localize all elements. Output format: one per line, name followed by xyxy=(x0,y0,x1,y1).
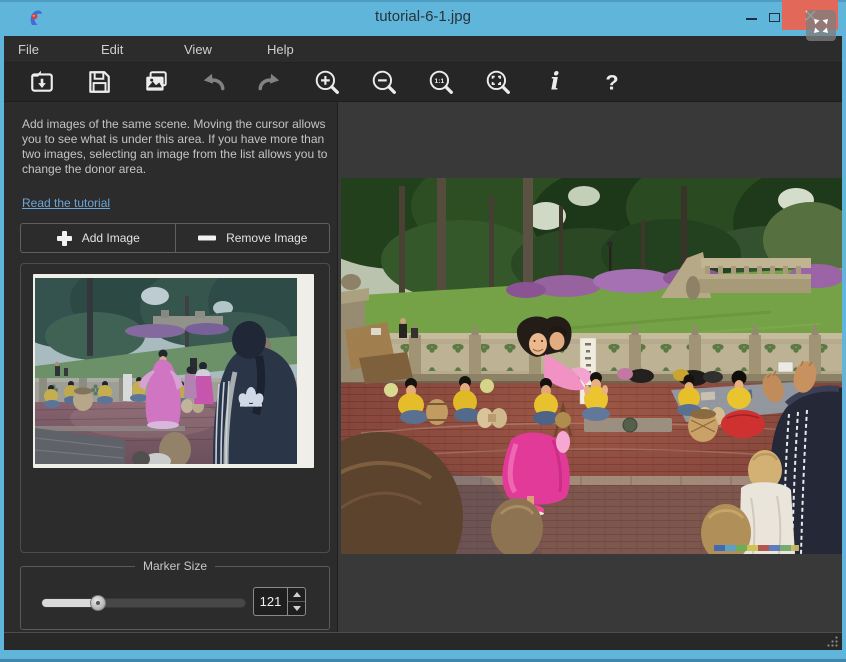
image-stack-icon xyxy=(143,69,169,95)
marker-size-spinbox: 121 xyxy=(253,587,306,616)
remove-image-button[interactable]: Remove Image xyxy=(176,224,330,252)
minimize-icon xyxy=(746,18,757,20)
read-tutorial-link[interactable]: Read the tutorial xyxy=(22,196,110,210)
scene-thumbnail[interactable] xyxy=(35,278,297,464)
arrow-up-icon xyxy=(293,592,301,597)
image-list-item-selected[interactable] xyxy=(33,274,314,468)
zoom-fit-button[interactable] xyxy=(485,69,511,95)
folder-open-icon xyxy=(29,69,55,95)
marker-size-value[interactable]: 121 xyxy=(254,588,287,615)
content-area: Add images of the same scene. Moving the… xyxy=(4,102,842,632)
app-window: tutorial-6-1.jpg File Edit View Help xyxy=(0,0,846,662)
toolbar: 1:1 i ? xyxy=(4,62,842,102)
magnifier-fit-icon xyxy=(485,69,511,95)
magnifier-plus-icon xyxy=(314,69,340,95)
help-icon: ? xyxy=(599,69,625,95)
image-list-actions: Add Image Remove Image xyxy=(20,223,330,253)
help-button[interactable]: ? xyxy=(599,69,625,95)
spin-down-button[interactable] xyxy=(288,602,305,615)
marker-size-label: Marker Size xyxy=(135,559,215,573)
export-image-button[interactable] xyxy=(143,69,169,95)
spin-up-button[interactable] xyxy=(288,588,305,602)
main-photo[interactable] xyxy=(341,178,842,554)
help-glyph: ? xyxy=(605,70,618,95)
add-image-label: Add Image xyxy=(82,231,140,245)
redo-arrow-icon xyxy=(257,69,283,95)
menu-help[interactable]: Help xyxy=(253,42,336,57)
marker-size-slider[interactable] xyxy=(41,598,246,608)
add-image-button[interactable]: Add Image xyxy=(21,224,176,252)
undo-arrow-icon xyxy=(200,69,226,95)
magnifier-minus-icon xyxy=(371,69,397,95)
save-button[interactable] xyxy=(86,69,112,95)
redo-button[interactable] xyxy=(257,69,283,95)
minimize-button[interactable] xyxy=(742,6,762,28)
slider-thumb[interactable] xyxy=(90,595,106,611)
zoom-actual-label: 1:1 xyxy=(435,78,445,85)
menu-file[interactable]: File xyxy=(4,42,87,57)
info-glyph: i xyxy=(550,69,559,95)
open-button[interactable] xyxy=(29,69,55,95)
window-title: tutorial-6-1.jpg xyxy=(0,8,846,25)
menu-bar: File Edit View Help xyxy=(4,36,842,62)
resize-grip[interactable] xyxy=(827,636,838,647)
instructions-text: Add images of the same scene. Moving the… xyxy=(22,117,330,177)
title-bar[interactable]: tutorial-6-1.jpg xyxy=(0,0,846,36)
zoom-out-button[interactable] xyxy=(371,69,397,95)
menu-view[interactable]: View xyxy=(170,42,253,57)
menu-edit[interactable]: Edit xyxy=(87,42,170,57)
minus-icon xyxy=(197,234,217,242)
info-button[interactable]: i xyxy=(542,69,568,95)
canvas-area[interactable] xyxy=(337,102,842,632)
screen-capture-overlay-icon xyxy=(806,10,836,41)
zoom-actual-size-button[interactable]: 1:1 xyxy=(428,69,454,95)
plus-icon xyxy=(56,230,73,247)
undo-button[interactable] xyxy=(200,69,226,95)
info-icon: i xyxy=(542,69,568,95)
marker-size-group: Marker Size 121 xyxy=(20,566,330,630)
remove-image-label: Remove Image xyxy=(226,231,307,245)
image-list[interactable] xyxy=(20,263,330,553)
status-bar xyxy=(4,632,842,650)
arrow-down-icon xyxy=(293,606,301,611)
magnifier-1-1-icon: 1:1 xyxy=(428,69,454,95)
zoom-in-button[interactable] xyxy=(314,69,340,95)
maximize-icon xyxy=(769,13,780,22)
spinner-buttons xyxy=(287,588,305,615)
save-floppy-icon xyxy=(86,69,112,95)
sidebar-panel: Add images of the same scene. Moving the… xyxy=(4,102,337,632)
